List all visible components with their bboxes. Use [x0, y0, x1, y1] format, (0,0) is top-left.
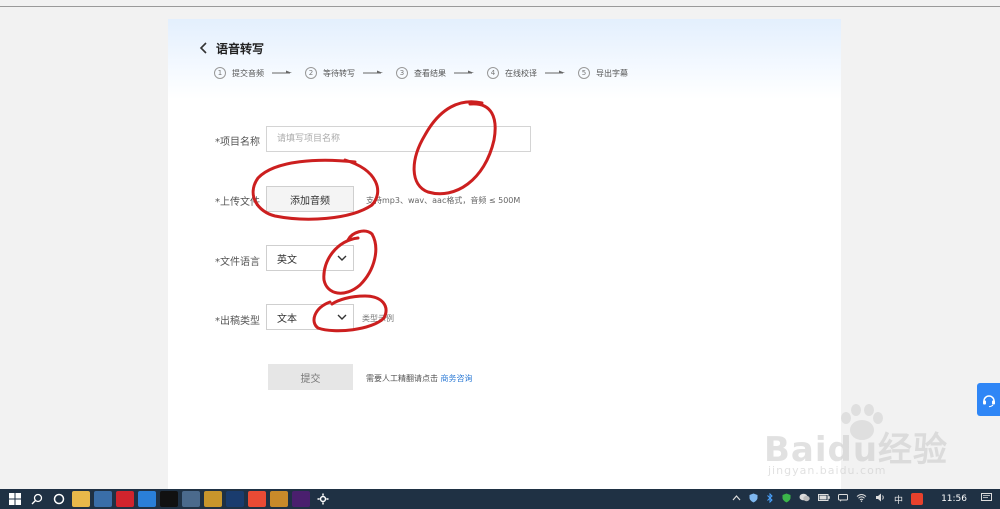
wechat-tray-icon[interactable]: [799, 493, 810, 505]
message-icon[interactable]: [838, 493, 849, 505]
netease-music-icon[interactable]: [116, 491, 134, 507]
cortana-icon[interactable]: [50, 491, 68, 507]
watermark-url: jingyan.baidu.com: [768, 464, 887, 477]
page-title: 语音转写: [216, 41, 265, 56]
headset-icon: [982, 394, 995, 407]
output-type-select-value: 文本: [277, 313, 297, 325]
chrome-icon[interactable]: [248, 491, 266, 507]
language-label: *文件语言: [215, 257, 260, 268]
file-explorer-icon[interactable]: [72, 491, 90, 507]
customer-service-tab[interactable]: [977, 383, 1000, 416]
ide-icon[interactable]: [160, 491, 178, 507]
search-icon[interactable]: [28, 491, 46, 507]
chevron-down-icon: [331, 246, 353, 270]
submit-button[interactable]: 提交: [268, 364, 353, 390]
project-name-label: *项目名称: [215, 137, 260, 148]
window-top-border: [0, 6, 1000, 7]
baidu-jingyan-watermark: Baidu经验 jingyan.baidu.com: [762, 402, 952, 484]
wechat-icon[interactable]: [270, 491, 288, 507]
system-tray: 中 11:56: [728, 489, 996, 509]
windows-taskbar: 中 11:56: [0, 489, 1000, 509]
output-type-example-link[interactable]: 类型示例: [362, 313, 394, 324]
bluetooth-icon[interactable]: [766, 492, 774, 506]
app-icon[interactable]: [204, 491, 222, 507]
header-background: [168, 19, 841, 99]
step-number: 1: [214, 67, 226, 79]
sogou-input-icon[interactable]: [911, 493, 924, 505]
output-type-select[interactable]: 文本: [266, 304, 354, 330]
step-arrow-icon: [363, 70, 383, 74]
notification-icon[interactable]: [981, 492, 992, 506]
language-select-value: 英文: [277, 254, 297, 266]
defender-icon[interactable]: [782, 493, 791, 506]
step-wait-transcription: 2 等待转写: [305, 67, 355, 79]
step-number: 5: [578, 67, 590, 79]
system-clock[interactable]: 11:56: [941, 494, 967, 504]
submit-note: 需要人工精翻请点击 商务咨询: [366, 373, 473, 384]
business-consult-link[interactable]: 商务咨询: [441, 374, 473, 383]
step-submit-audio: 1 提交音频: [214, 67, 264, 79]
progress-steps: 1 提交音频 2 等待转写 3 查看结果 4 在线校译 5 导出字幕: [214, 67, 628, 79]
step-label: 等待转写: [323, 68, 355, 78]
chevron-down-icon: [331, 305, 353, 329]
battery-icon[interactable]: [818, 494, 830, 504]
language-select[interactable]: 英文: [266, 245, 354, 271]
photoshop-icon[interactable]: [226, 491, 244, 507]
back-arrow-icon[interactable]: [196, 40, 212, 56]
step-view-result: 3 查看结果: [396, 67, 446, 79]
step-arrow-icon: [272, 70, 292, 74]
volume-icon[interactable]: [875, 493, 886, 505]
settings-icon[interactable]: [314, 491, 332, 507]
output-type-label: *出稿类型: [215, 316, 260, 327]
chevron-up-icon[interactable]: [732, 494, 741, 504]
step-number: 2: [305, 67, 317, 79]
windows-start-icon[interactable]: [6, 491, 24, 507]
uplay-icon[interactable]: [138, 491, 156, 507]
step-export-subtitles: 5 导出字幕: [578, 67, 628, 79]
upload-label: *上传文件: [215, 197, 260, 208]
voice-transcription-page: 语音转写 1 提交音频 2 等待转写 3 查看结果 4 在线校译 5 导出字幕 …: [168, 19, 841, 489]
step-label: 在线校译: [505, 68, 537, 78]
step-arrow-icon: [545, 70, 565, 74]
mail-icon[interactable]: [182, 491, 200, 507]
step-arrow-icon: [454, 70, 474, 74]
step-label: 导出字幕: [596, 68, 628, 78]
step-number: 3: [396, 67, 408, 79]
step-label: 提交音频: [232, 68, 264, 78]
upload-format-hint: 支持mp3、wav、aac格式，音频 ≤ 500M: [366, 196, 521, 205]
premiere-icon[interactable]: [292, 491, 310, 507]
step-number: 4: [487, 67, 499, 79]
app-icon[interactable]: [94, 491, 112, 507]
project-name-input[interactable]: [266, 126, 531, 152]
add-audio-button[interactable]: 添加音频: [266, 186, 354, 212]
wifi-icon[interactable]: [856, 493, 867, 505]
security-shield-icon[interactable]: [749, 493, 758, 506]
title-row: 语音转写: [196, 39, 264, 57]
input-method-indicator[interactable]: 中: [894, 493, 903, 506]
submit-note-text: 需要人工精翻请点击: [366, 374, 438, 383]
step-label: 查看结果: [414, 68, 446, 78]
step-online-proofread: 4 在线校译: [487, 67, 537, 79]
